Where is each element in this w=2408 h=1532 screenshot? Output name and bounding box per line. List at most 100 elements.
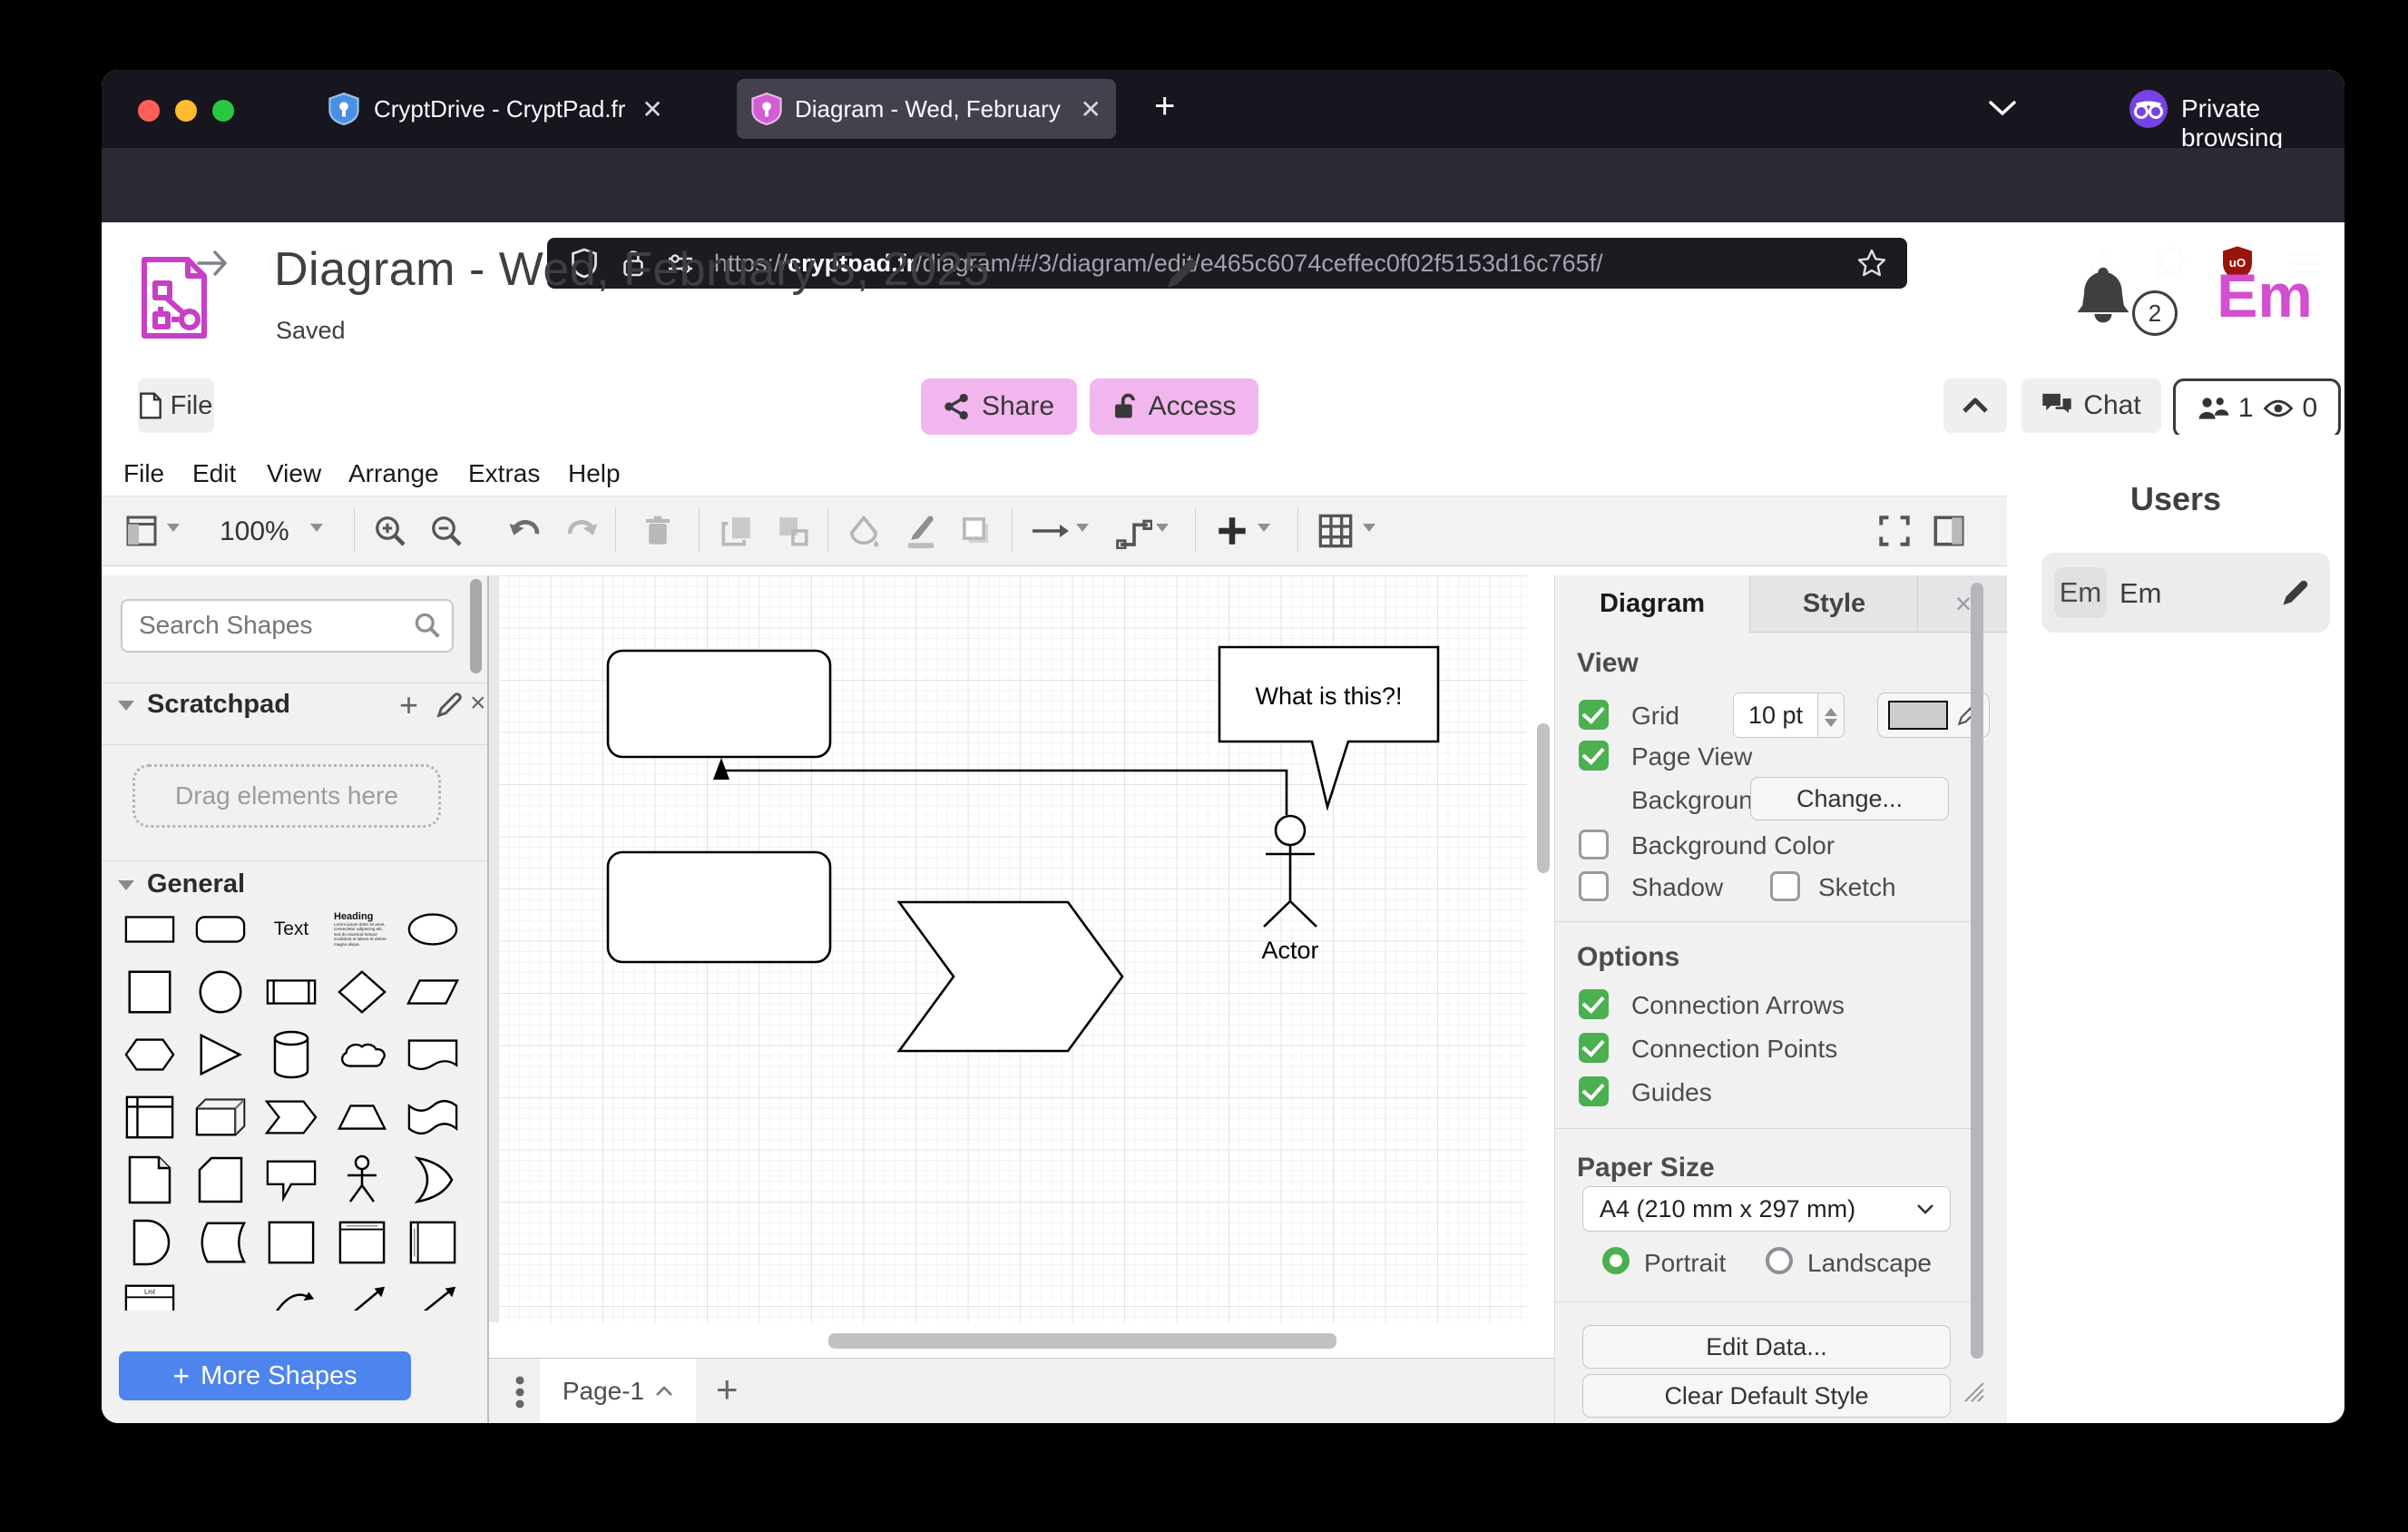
access-button[interactable]: Access: [1090, 378, 1258, 435]
palette-shape-hexagon[interactable]: [123, 1034, 176, 1075]
palette-shape-callout[interactable]: [265, 1156, 318, 1203]
list-tabs-chevron-icon[interactable]: [1987, 97, 2018, 119]
table-icon[interactable]: [1317, 513, 1354, 549]
palette-shape-square[interactable]: [123, 968, 176, 1016]
user-card[interactable]: Em Em: [2041, 553, 2330, 633]
to-front-icon[interactable]: [720, 515, 753, 547]
zoom-caret-icon[interactable]: [310, 524, 323, 538]
menu-file[interactable]: File: [123, 459, 164, 488]
undo-icon[interactable]: [508, 516, 543, 545]
new-tab-button[interactable]: +: [1154, 86, 1175, 127]
chat-button[interactable]: Chat: [2021, 378, 2161, 433]
delete-icon[interactable]: [642, 515, 673, 547]
notifications-bell-icon[interactable]: [2069, 262, 2138, 331]
palette-shape-container[interactable]: [267, 1219, 316, 1266]
scratchpad-close-icon[interactable]: ×: [470, 688, 486, 719]
fill-color-icon[interactable]: [847, 515, 880, 549]
cryptpad-diagram-logo[interactable]: [141, 256, 208, 339]
tab-cryptdrive[interactable]: CryptDrive - CryptPad.fr ✕: [328, 79, 710, 139]
collapse-toolbar-button[interactable]: [1943, 378, 2007, 433]
palette-shape-document[interactable]: [406, 1035, 459, 1075]
waypoints-icon[interactable]: [1116, 513, 1152, 549]
connection-points-checkbox[interactable]: [1579, 1033, 1609, 1063]
search-icon[interactable]: [414, 612, 441, 639]
menu-help[interactable]: Help: [568, 459, 621, 488]
palette-shape-heading[interactable]: Heading Lorem ipsum dolor sit amet, cons…: [334, 911, 390, 948]
connection-caret-icon[interactable]: [1076, 524, 1089, 538]
tab-diagram[interactable]: Diagram: [1555, 575, 1749, 632]
palette-shape-rounded-rectangle[interactable]: [194, 908, 247, 950]
portrait-radio[interactable]: [1602, 1247, 1630, 1274]
connection-icon[interactable]: [1031, 522, 1071, 540]
edit-title-pencil-icon[interactable]: [1163, 256, 1199, 292]
canvas-vertical-scrollbar[interactable]: [1537, 723, 1550, 873]
guides-checkbox[interactable]: [1579, 1076, 1609, 1106]
grid-size-input[interactable]: 10 pt: [1733, 692, 1818, 738]
palette-shape-and[interactable]: [127, 1218, 172, 1267]
tab-close-icon[interactable]: ✕: [1081, 94, 1101, 124]
line-color-icon[interactable]: [904, 513, 938, 549]
palette-shape-arrow[interactable]: [406, 1282, 459, 1311]
palette-shape-or[interactable]: [410, 1155, 455, 1204]
maximize-window-button[interactable]: [212, 100, 234, 122]
shadow-icon[interactable]: [960, 515, 993, 547]
palette-shape-note[interactable]: [127, 1154, 172, 1205]
palette-shape-horizontal-container[interactable]: [408, 1219, 457, 1266]
palette-shape-circle[interactable]: [194, 968, 247, 1016]
format-panel-close-icon[interactable]: ×: [1917, 575, 2009, 633]
minimize-window-button[interactable]: [175, 100, 197, 122]
stepper-up-icon[interactable]: [1825, 702, 1837, 716]
scratchpad-edit-pencil-icon[interactable]: [436, 692, 463, 719]
grid-checkbox[interactable]: [1579, 700, 1609, 730]
page-view-caret-icon[interactable]: [167, 524, 180, 538]
format-panel-icon[interactable]: [1933, 515, 1965, 547]
palette-shape-text[interactable]: Text: [274, 918, 309, 940]
file-menu-button[interactable]: File: [138, 378, 214, 433]
search-shapes-box[interactable]: [121, 599, 454, 653]
presence-indicator[interactable]: 1 0: [2173, 378, 2341, 438]
menu-arrange[interactable]: Arrange: [348, 459, 439, 488]
zoom-level[interactable]: 100%: [220, 516, 289, 547]
redo-icon[interactable]: [564, 516, 599, 545]
page-tab[interactable]: Page-1: [540, 1359, 696, 1423]
search-shapes-input[interactable]: [137, 604, 404, 646]
page-view-icon[interactable]: [125, 515, 158, 547]
edit-user-pencil-icon[interactable]: [2279, 576, 2312, 609]
clear-default-style-button[interactable]: Clear Default Style: [1582, 1374, 1951, 1418]
palette-shape-internal-storage[interactable]: [124, 1094, 175, 1141]
palette-shape-list[interactable]: List: [123, 1282, 176, 1311]
menu-view[interactable]: View: [267, 459, 321, 488]
callout-text[interactable]: What is this?!: [1219, 683, 1438, 711]
palette-shape-diamond[interactable]: [336, 968, 388, 1016]
notification-badge[interactable]: 2: [2132, 290, 2178, 336]
bookmark-star-icon[interactable]: [1856, 248, 1887, 279]
more-shapes-button[interactable]: + More Shapes: [119, 1351, 411, 1400]
share-button[interactable]: Share: [921, 378, 1077, 435]
canvas-horizontal-scrollbar[interactable]: [828, 1333, 1336, 1349]
stepper-down-icon[interactable]: [1825, 719, 1837, 733]
tab-diagram-active[interactable]: Diagram - Wed, February 5, 202 ✕: [737, 79, 1116, 139]
resize-grip-icon[interactable]: [1962, 1380, 1985, 1403]
actor-label[interactable]: Actor: [1227, 937, 1354, 965]
palette-shape-parallelogram[interactable]: [406, 971, 459, 1013]
diagram-canvas[interactable]: What is this?! Actor: [489, 575, 1554, 1423]
edit-data-button[interactable]: Edit Data...: [1582, 1325, 1951, 1369]
scratchpad-add-icon[interactable]: +: [399, 686, 418, 724]
tab-style[interactable]: Style: [1749, 575, 1918, 633]
to-back-icon[interactable]: [777, 515, 809, 547]
background-color-checkbox[interactable]: [1579, 830, 1609, 859]
palette-shape-ellipse[interactable]: [406, 908, 459, 950]
palette-shape-bidirectional-arrow[interactable]: [336, 1282, 388, 1311]
palette-shape-cube[interactable]: [194, 1095, 247, 1139]
scratchpad-collapse-icon[interactable]: [118, 701, 134, 719]
insert-icon[interactable]: [1216, 515, 1248, 547]
palette-shape-triangle[interactable]: [194, 1031, 247, 1078]
page-view-checkbox[interactable]: [1579, 741, 1609, 771]
palette-shape-tape[interactable]: [406, 1095, 459, 1140]
tab-close-icon[interactable]: ✕: [641, 94, 662, 124]
palette-shape-curve[interactable]: [265, 1282, 318, 1311]
palette-shape-step[interactable]: [265, 1096, 318, 1138]
landscape-radio[interactable]: [1766, 1247, 1793, 1274]
table-caret-icon[interactable]: [1363, 524, 1375, 538]
sketch-checkbox[interactable]: [1770, 871, 1800, 901]
